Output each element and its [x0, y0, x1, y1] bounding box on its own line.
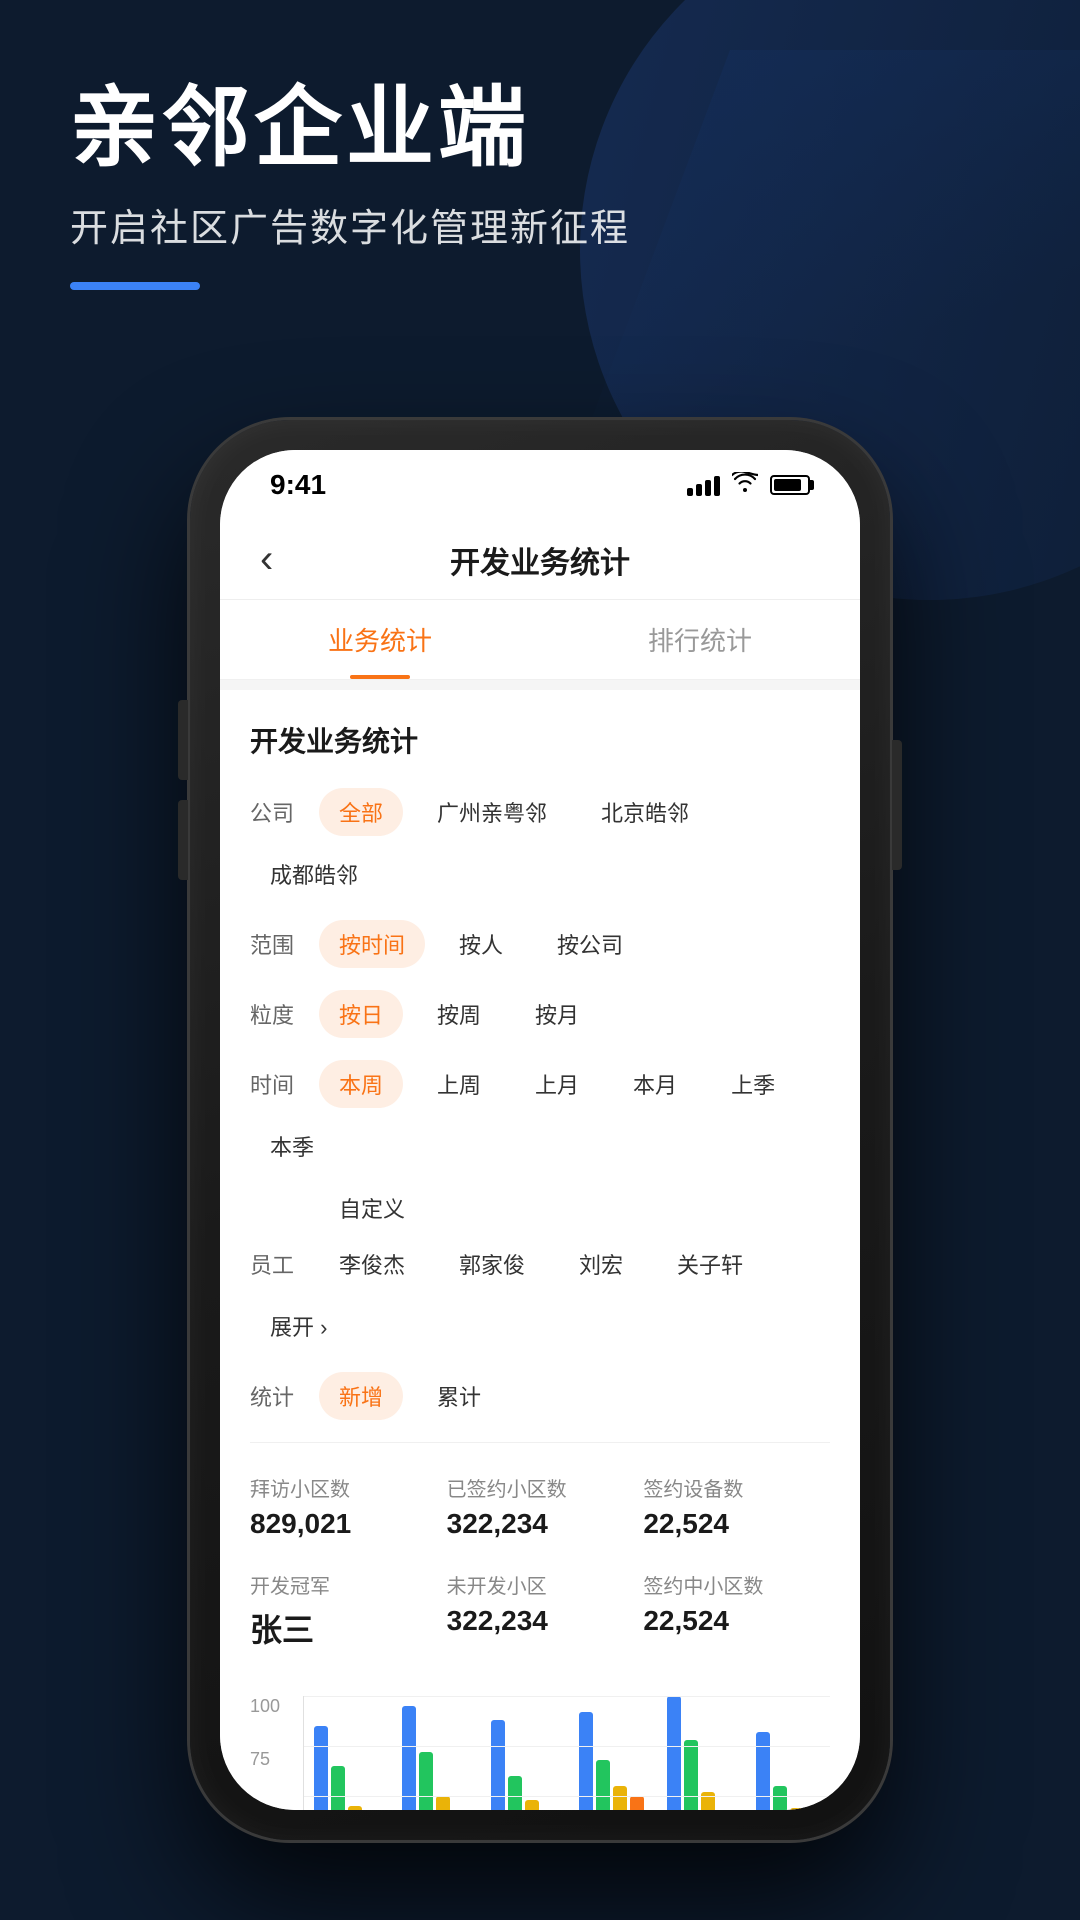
filter-chip-liuhong[interactable]: 刘宏 — [559, 1240, 643, 1288]
filter-chip-thisweek[interactable]: 本周 — [319, 1060, 403, 1108]
page-title: 开发业务统计 — [450, 538, 630, 582]
accent-line — [70, 282, 200, 290]
tab-active-indicator — [350, 675, 410, 679]
filter-chip-day[interactable]: 按日 — [319, 990, 403, 1038]
filter-chip-guanzixuan[interactable]: 关子轩 — [657, 1240, 763, 1288]
stat-undeveloped: 未开发小区 322,234 — [447, 1560, 634, 1661]
filter-chip-cumulative[interactable]: 累计 — [417, 1372, 501, 1420]
filter-chip-month[interactable]: 按月 — [515, 990, 599, 1038]
signal-icon — [687, 474, 720, 496]
filter-chip-bytime[interactable]: 按时间 — [319, 920, 425, 968]
company-filter-label: 公司 — [250, 796, 305, 828]
filter-chip-bj[interactable]: 北京皓邻 — [581, 788, 709, 836]
stats-card: 开发业务统计 公司 全部 广州亲粤邻 北京皓邻 成都皓邻 范围 按时间 按人 — [220, 690, 860, 1810]
filter-chip-lastseason[interactable]: 上季 — [711, 1060, 795, 1108]
main-content: 开发业务统计 公司 全部 广州亲粤邻 北京皓邻 成都皓邻 范围 按时间 按人 — [220, 680, 860, 1810]
filter-chip-all[interactable]: 全部 — [319, 788, 403, 836]
filter-chip-custom[interactable]: 自定义 — [319, 1189, 425, 1230]
undeveloped-label: 未开发小区 — [447, 1570, 634, 1599]
back-button[interactable]: ‹ — [260, 537, 273, 582]
phone-mockup: 9:41 — [190, 420, 890, 1840]
app-subtitle: 开启社区广告数字化管理新征程 — [70, 197, 630, 252]
filter-granularity-row: 粒度 按日 按周 按月 — [250, 990, 830, 1038]
stats-grid: 拜访小区数 829,021 已签约小区数 322,234 签约设备数 22,52… — [250, 1453, 830, 1681]
battery-icon — [770, 475, 810, 495]
filter-chip-lastweek[interactable]: 上周 — [417, 1060, 501, 1108]
phone-screen: 9:41 — [220, 450, 860, 1810]
wifi-icon — [732, 472, 758, 498]
filter-chip-week[interactable]: 按周 — [417, 990, 501, 1038]
filter-chip-guojiajun[interactable]: 郭家俊 — [439, 1240, 545, 1288]
visit-label: 拜访小区数 — [250, 1473, 437, 1502]
bar-group-1 — [314, 1726, 388, 1810]
filter-chip-cd[interactable]: 成都皓邻 — [250, 850, 378, 898]
filter-staff-row: 员工 李俊杰 郭家俊 刘宏 关子轩 展开 › — [250, 1240, 830, 1350]
statstype-filter-label: 统计 — [250, 1380, 305, 1412]
filter-chip-lijunjie[interactable]: 李俊杰 — [319, 1240, 425, 1288]
header-section: 亲邻企业端 开启社区广告数字化管理新征程 — [70, 80, 630, 290]
signed-value: 322,234 — [447, 1508, 634, 1540]
chart-bars — [303, 1696, 830, 1810]
bar-group-3 — [491, 1720, 565, 1810]
app-title: 亲邻企业端 — [70, 80, 630, 177]
filter-range-row: 范围 按时间 按人 按公司 — [250, 920, 830, 968]
status-time: 9:41 — [270, 469, 326, 501]
device-label: 签约设备数 — [643, 1473, 830, 1502]
staff-filter-label: 员工 — [250, 1248, 305, 1280]
filter-company-row: 公司 全部 广州亲粤邻 北京皓邻 成都皓邻 — [250, 788, 830, 898]
tab-ranking-stats[interactable]: 排行统计 — [540, 600, 860, 679]
signed-mid-label: 签约中小区数 — [643, 1570, 830, 1599]
stat-device: 签约设备数 22,524 — [643, 1463, 830, 1550]
bar-group-6 — [756, 1732, 830, 1810]
champion-label: 开发冠军 — [250, 1570, 437, 1599]
tab-bar: 业务统计 排行统计 — [220, 600, 860, 680]
stat-visit: 拜访小区数 829,021 — [250, 1463, 437, 1550]
filter-chip-gz[interactable]: 广州亲粤邻 — [417, 788, 567, 836]
filter-statstype-row: 统计 新增 累计 — [250, 1372, 830, 1420]
device-value: 22,524 — [643, 1508, 830, 1540]
status-icons — [687, 472, 810, 498]
card-title: 开发业务统计 — [250, 720, 830, 760]
tab-business-stats[interactable]: 业务统计 — [220, 600, 540, 679]
filter-time-row: 时间 本周 上周 上月 本月 上季 本季 — [250, 1060, 830, 1170]
bar-group-4 — [579, 1712, 653, 1810]
filter-chip-byperson[interactable]: 按人 — [439, 920, 523, 968]
visit-value: 829,021 — [250, 1508, 437, 1540]
stat-signed: 已签约小区数 322,234 — [447, 1463, 634, 1550]
chart-container: 100 75 50 25 — [250, 1696, 830, 1810]
stat-signed-mid: 签约中小区数 22,524 — [643, 1560, 830, 1661]
tab-business-stats-label: 业务统计 — [328, 621, 432, 658]
granularity-filter-label: 粒度 — [250, 998, 305, 1030]
signed-label: 已签约小区数 — [447, 1473, 634, 1502]
stat-champion: 开发冠军 张三 — [250, 1560, 437, 1661]
filter-chip-new[interactable]: 新增 — [319, 1372, 403, 1420]
y-axis: 100 75 50 25 — [250, 1696, 295, 1810]
nav-bar: ‹ 开发业务统计 — [220, 520, 860, 600]
undeveloped-value: 322,234 — [447, 1605, 634, 1637]
bar-group-2 — [402, 1706, 476, 1810]
range-filter-label: 范围 — [250, 928, 305, 960]
bar-group-5 — [667, 1696, 741, 1810]
filter-chip-thisseason[interactable]: 本季 — [250, 1122, 334, 1170]
filter-chip-lastmonth[interactable]: 上月 — [515, 1060, 599, 1108]
filter-chip-bycompany[interactable]: 按公司 — [537, 920, 643, 968]
signed-mid-value: 22,524 — [643, 1605, 830, 1637]
filter-chip-thismonth[interactable]: 本月 — [613, 1060, 697, 1108]
champion-value: 张三 — [250, 1605, 437, 1651]
tab-ranking-stats-label: 排行统计 — [648, 621, 752, 658]
filter-chip-expand[interactable]: 展开 › — [250, 1302, 347, 1350]
status-bar: 9:41 — [220, 450, 860, 520]
time-filter-label: 时间 — [250, 1068, 305, 1100]
